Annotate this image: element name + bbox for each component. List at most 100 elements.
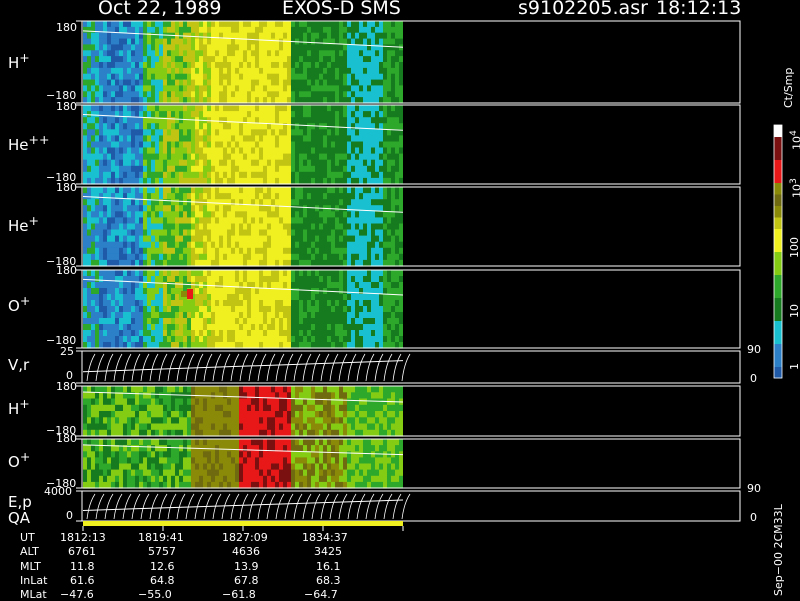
panel-hep-cell: [167, 217, 171, 224]
panel-op-cell: [251, 276, 255, 283]
panel-hepp-cell: [287, 154, 291, 161]
panel-hep-cell: [295, 211, 299, 218]
panel-hp-cell: [111, 50, 115, 57]
panel-hep-cell: [183, 224, 187, 231]
panel-hepp-cell: [123, 135, 127, 142]
panel-hep-cell: [267, 236, 271, 243]
panel-hep-cell: [395, 217, 399, 224]
panel-hp-cell: [235, 62, 239, 69]
panel-hp-cell: [187, 74, 191, 81]
panel-op-cell: [219, 306, 223, 313]
panel-hep-cell: [319, 193, 323, 200]
panel-hepp-cell: [119, 117, 123, 124]
panel-hepp-cell: [227, 142, 231, 149]
panel-hep-cell: [355, 193, 359, 200]
panel-hp2-cell: [315, 417, 319, 424]
panel-hepp-cell: [211, 129, 215, 136]
panel-hepp-cell: [239, 129, 243, 136]
panel-hepp-cell: [99, 148, 103, 155]
panel-hep-cell: [371, 254, 375, 261]
panel-hepp-cell: [171, 111, 175, 118]
panel-hp2-cell: [379, 392, 383, 399]
panel-op2-cell: [95, 464, 99, 471]
panel-hep-cell: [131, 187, 135, 194]
panel-op-cell: [375, 324, 379, 331]
panel-op-cell: [147, 318, 151, 325]
panel-hp-cell: [143, 21, 147, 28]
panel-hp-cell: [111, 91, 115, 98]
panel-hep-cell: [127, 205, 131, 212]
panel-hp-cell: [195, 50, 199, 57]
panel-op-cell: [231, 300, 235, 307]
panel-hep-cell: [95, 254, 99, 261]
panel-op-cell: [139, 288, 143, 295]
panel-hp-cell: [323, 27, 327, 34]
panel-hp-cell: [311, 68, 315, 75]
panel-hep-cell: [167, 230, 171, 237]
panel-hp-cell: [307, 50, 311, 57]
panel-op-cell: [167, 324, 171, 331]
panel-op-cell: [275, 276, 279, 283]
panel-hepp-cell: [307, 123, 311, 130]
panel-hepp-cell: [343, 148, 347, 155]
panel-hepp-cell: [367, 142, 371, 149]
panel-hp-cell: [391, 44, 395, 51]
panel-hp-cell: [323, 21, 327, 28]
panel-hep-cell: [259, 187, 263, 194]
panel-hep-cell: [239, 254, 243, 261]
panel-hepp-cell: [303, 154, 307, 161]
panel-hp-cell: [195, 85, 199, 92]
panel-op-cell: [243, 288, 247, 295]
panel-op-cell: [327, 276, 331, 283]
panel-hp2-cell: [231, 405, 235, 412]
panel-hepp-cell: [103, 135, 107, 142]
panel-hp-cell: [167, 91, 171, 98]
panel-hp-cell: [383, 80, 387, 87]
panel-hp-cell: [251, 50, 255, 57]
panel-hepp-cell: [303, 172, 307, 179]
panel-hep-cell: [251, 217, 255, 224]
panel-hep-cell: [223, 205, 227, 212]
panel-op-cell: [247, 312, 251, 319]
panel-hep-cell: [251, 254, 255, 261]
panel-hepp-cell: [323, 142, 327, 149]
panel-hp-cell: [151, 44, 155, 51]
panel-hp-cell: [123, 56, 127, 63]
panel-hepp-cell: [211, 148, 215, 155]
panel-op-cell: [171, 276, 175, 283]
panel-hp-cell: [171, 39, 175, 46]
panel-op-cell: [219, 336, 223, 343]
panel-hp2-cell: [371, 424, 375, 431]
panel-hp2-cell: [187, 386, 191, 393]
panel-hep-cell: [143, 199, 147, 206]
panel-hp2-cell: [99, 417, 103, 424]
panel-hepp-cell: [339, 172, 343, 179]
panel-op-cell: [347, 336, 351, 343]
panel-hp2-cell: [207, 424, 211, 431]
panel-hep-cell: [375, 236, 379, 243]
panel-hp-cell: [235, 80, 239, 87]
panel-hp-cell: [215, 68, 219, 75]
panel-hp-cell: [227, 80, 231, 87]
panel-hp2-cell: [99, 386, 103, 393]
panel-hepp-cell: [135, 117, 139, 124]
panel-op-cell: [179, 336, 183, 343]
panel-hepp-cell: [159, 172, 163, 179]
panel-hp-cell: [151, 91, 155, 98]
panel-hepp-cell: [347, 117, 351, 124]
panel-hp-cell: [287, 85, 291, 92]
panel-hep-cell: [159, 248, 163, 255]
panel-hp-cell: [275, 56, 279, 63]
panel-hp-cell: [99, 62, 103, 69]
panel-op-cell: [351, 282, 355, 289]
panel-hp-cell: [123, 39, 127, 46]
panel-hepp-cell: [139, 148, 143, 155]
panel-hp-cell: [299, 21, 303, 28]
panel-hep-cell: [243, 193, 247, 200]
panel-op-cell: [139, 336, 143, 343]
panel-hep-cell: [311, 254, 315, 261]
panel-hp-cell: [347, 62, 351, 69]
panel-hepp-cell: [315, 105, 319, 112]
panel-hp-cell: [155, 91, 159, 98]
panel-hp2-cell: [355, 417, 359, 424]
